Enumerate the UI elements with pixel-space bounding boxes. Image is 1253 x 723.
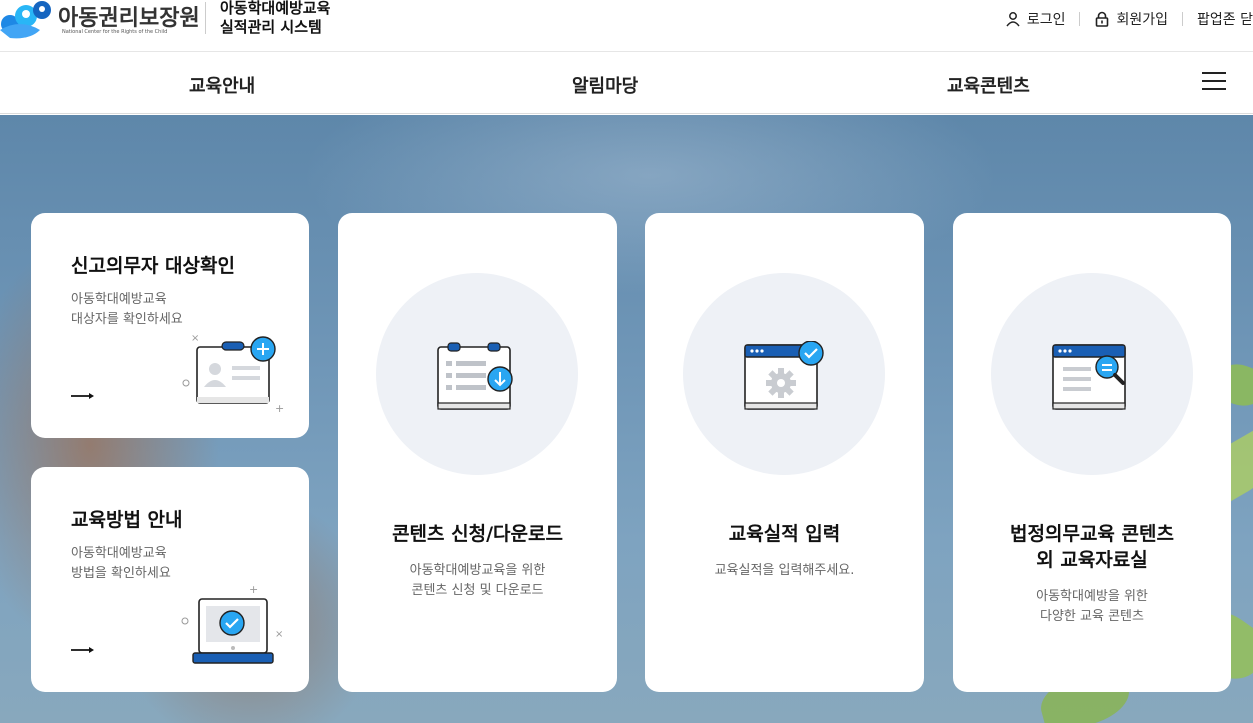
card-desc: 교육실적을 입력해주세요. xyxy=(714,563,855,578)
card-desc: 아동학대예방교육을 위한 콘텐츠 신청 및 다운로드 xyxy=(409,563,546,598)
logo-name: 아동권리보장원 xyxy=(58,6,200,31)
svg-text:×: × xyxy=(191,333,199,344)
system-title-line2: 실적관리 시스템 xyxy=(220,18,322,36)
logo-subtitle: National Center for the Rights of the Ch… xyxy=(62,29,168,35)
card-title: 법정의무교육 콘텐츠 외 교육자료실 xyxy=(1010,523,1174,571)
card-title: 콘텐츠 신청/다운로드 xyxy=(392,523,563,545)
popup-zone-label: 팝업존 닫 xyxy=(1197,12,1253,28)
card-edu-method[interactable]: 교육방법 안내 아동학대예방교육 방법을 확인하세요 + × xyxy=(31,467,309,692)
signup-label: 회원가입 xyxy=(1116,12,1169,28)
login-label: 로그인 xyxy=(1026,12,1066,28)
system-title: 아동학대예방교육 실적관리 시스템 xyxy=(220,0,330,37)
window-settings-icon xyxy=(744,341,824,410)
arrow-right-icon xyxy=(71,647,94,653)
gnb-item-edu-info[interactable]: 교육안내 xyxy=(189,72,255,98)
top-bar: 아동권리보장원 National Center for the Rights o… xyxy=(0,0,1253,52)
svg-text:×: × xyxy=(275,629,283,640)
svg-text:+: + xyxy=(249,585,258,596)
logo-divider xyxy=(205,2,206,34)
window-search-icon xyxy=(1052,344,1126,410)
card-desc: 아동학대예방교육 방법을 확인하세요 xyxy=(71,546,171,581)
global-navigation: 교육안내 알림마당 교육콘텐츠 xyxy=(0,52,1253,114)
arrow-right-icon xyxy=(71,393,94,399)
card-desc: 아동학대예방을 위한 다양한 교육 콘텐츠 xyxy=(1036,589,1148,624)
card-edu-record[interactable]: 교육실적 입력 교육실적을 입력해주세요. xyxy=(645,213,924,692)
logo[interactable]: 아동권리보장원 National Center for the Rights o… xyxy=(0,0,200,40)
laptop-check-icon: + × xyxy=(181,585,283,664)
card-title: 교육방법 안내 xyxy=(71,509,183,531)
card-title: 교육실적 입력 xyxy=(728,523,841,545)
lock-icon xyxy=(1096,11,1109,27)
card-legal-content[interactable]: 법정의무교육 콘텐츠 외 교육자료실 아동학대예방을 위한 다양한 교육 콘텐츠 xyxy=(953,213,1231,692)
card-reporter-check[interactable]: 신고의무자 대상확인 아동학대예방교육 대상자를 확인하세요 × + xyxy=(31,213,309,438)
document-download-icon xyxy=(437,342,513,410)
logo-mark-icon xyxy=(0,1,51,39)
svg-text:+: + xyxy=(275,402,284,413)
login-link[interactable]: 로그인 xyxy=(991,9,1080,29)
card-desc: 아동학대예방교육 대상자를 확인하세요 xyxy=(71,292,183,327)
signup-link[interactable]: 회원가입 xyxy=(1080,9,1182,29)
id-card-icon: × + xyxy=(182,333,284,413)
hamburger-menu-icon[interactable] xyxy=(1202,72,1226,90)
card-content-download[interactable]: 콘텐츠 신청/다운로드 아동학대예방교육을 위한 콘텐츠 신청 및 다운로드 xyxy=(338,213,617,692)
popup-zone-toggle[interactable]: 팝업존 닫 xyxy=(1183,9,1253,29)
gnb-item-edu-content[interactable]: 교육콘텐츠 xyxy=(947,72,1030,98)
card-title: 신고의무자 대상확인 xyxy=(71,255,235,277)
user-icon xyxy=(1006,12,1020,27)
gnb-item-notice[interactable]: 알림마당 xyxy=(572,72,638,98)
system-title-line1: 아동학대예방교육 xyxy=(220,0,331,17)
utility-menu: 로그인 회원가입 팝업존 닫 xyxy=(991,9,1253,29)
